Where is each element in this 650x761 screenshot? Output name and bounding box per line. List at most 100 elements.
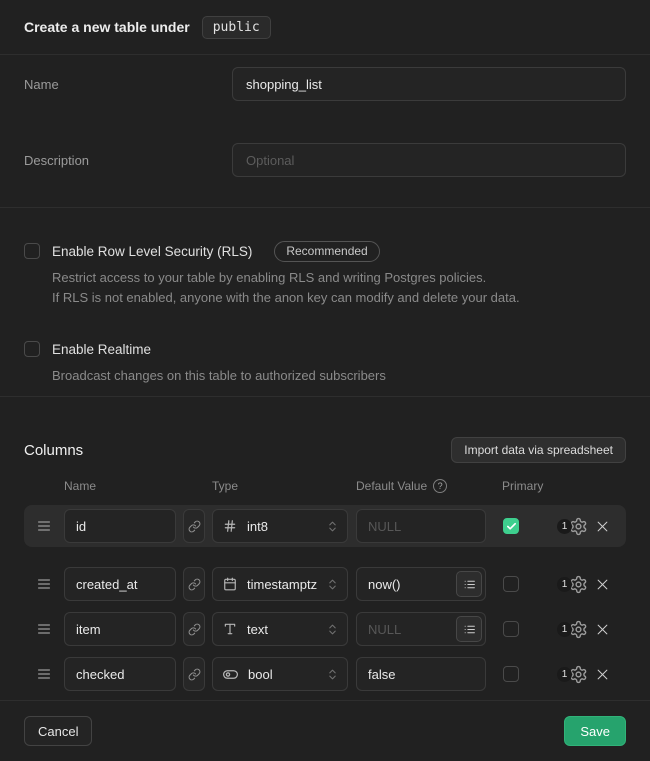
- close-icon: [595, 667, 610, 682]
- chevrons-up-down-icon: [326, 578, 339, 591]
- column-row: bool 1: [24, 653, 626, 695]
- column-type-select[interactable]: bool: [212, 657, 348, 691]
- close-icon: [595, 577, 610, 592]
- check-icon: [506, 521, 517, 532]
- settings-count-badge: 1: [557, 577, 572, 592]
- column-name-input[interactable]: [64, 612, 176, 646]
- schema-badge: public: [202, 16, 271, 39]
- column-settings[interactable]: 1: [557, 620, 588, 639]
- column-row: text 1: [24, 608, 626, 650]
- drag-handle-icon[interactable]: [36, 518, 52, 534]
- description-label: Description: [24, 143, 232, 168]
- default-suggestions-button[interactable]: [456, 571, 482, 597]
- default-value-input[interactable]: [356, 509, 486, 543]
- description-row: Description: [24, 143, 626, 177]
- list-icon: [463, 623, 476, 636]
- name-label: Name: [24, 67, 232, 92]
- table-options: Enable Row Level Security (RLS) Recommen…: [0, 208, 650, 397]
- column-type-select[interactable]: int8: [212, 509, 348, 543]
- default-value-wrap: [356, 509, 486, 543]
- column-type-label: timestamptz: [247, 577, 317, 592]
- column-settings[interactable]: 1: [557, 517, 588, 536]
- import-spreadsheet-button[interactable]: Import data via spreadsheet: [451, 437, 626, 463]
- table-description-input[interactable]: [232, 143, 626, 177]
- column-name-input[interactable]: [64, 509, 176, 543]
- recommended-badge: Recommended: [274, 241, 379, 262]
- realtime-checkbox[interactable]: [24, 341, 40, 357]
- drag-handle-icon[interactable]: [36, 621, 52, 637]
- chevrons-up-down-icon: [326, 668, 339, 681]
- column-type-label: int8: [247, 519, 268, 534]
- list-icon: [463, 578, 476, 591]
- help-icon[interactable]: ?: [433, 479, 447, 493]
- text-icon: [223, 622, 237, 636]
- cancel-button[interactable]: Cancel: [24, 716, 92, 746]
- table-name-input[interactable]: [232, 67, 626, 101]
- columns-title: Columns: [24, 442, 83, 459]
- panel-footer: Cancel Save: [0, 700, 650, 761]
- link-icon: [188, 668, 201, 681]
- rls-option: Enable Row Level Security (RLS) Recommen…: [24, 240, 626, 308]
- foreign-key-button[interactable]: [183, 567, 205, 601]
- column-type-select[interactable]: timestamptz: [212, 567, 348, 601]
- foreign-key-button[interactable]: [183, 657, 205, 691]
- remove-column-button[interactable]: [595, 519, 610, 534]
- realtime-option: Enable Realtime Broadcast changes on thi…: [24, 338, 626, 386]
- primary-checkbox[interactable]: [503, 621, 519, 637]
- default-value-input[interactable]: [356, 657, 486, 691]
- link-icon: [188, 623, 201, 636]
- column-type-select[interactable]: text: [212, 612, 348, 646]
- column-rows: int8 1: [24, 505, 626, 695]
- toggle-icon: [223, 667, 238, 682]
- column-type-label: bool: [248, 667, 273, 682]
- rls-checkbox[interactable]: [24, 243, 40, 259]
- settings-count-badge: 1: [557, 667, 572, 682]
- name-row: Name: [24, 67, 626, 101]
- columns-section: Columns Import data via spreadsheet Name…: [0, 397, 650, 695]
- header-type: Type: [212, 479, 356, 493]
- hash-icon: [223, 519, 237, 533]
- remove-column-button[interactable]: [595, 667, 610, 682]
- panel-header: Create a new table under public: [0, 0, 650, 55]
- settings-count-badge: 1: [557, 622, 572, 637]
- default-value-wrap: [356, 657, 486, 691]
- column-settings[interactable]: 1: [557, 665, 588, 684]
- default-value-wrap: [356, 612, 486, 646]
- foreign-key-button[interactable]: [183, 612, 205, 646]
- table-details-form: Name Description: [0, 55, 650, 208]
- default-value-wrap: [356, 567, 486, 601]
- column-headers: Name Type Default Value ? Primary: [24, 479, 626, 493]
- chevrons-up-down-icon: [326, 520, 339, 533]
- primary-checkbox[interactable]: [503, 518, 519, 534]
- header-default-value: Default Value ?: [356, 479, 502, 493]
- column-row: int8 1: [24, 505, 626, 547]
- rls-description: Restrict access to your table by enablin…: [52, 268, 626, 308]
- chevrons-up-down-icon: [326, 623, 339, 636]
- close-icon: [595, 519, 610, 534]
- remove-column-button[interactable]: [595, 622, 610, 637]
- link-icon: [188, 578, 201, 591]
- remove-column-button[interactable]: [595, 577, 610, 592]
- realtime-description: Broadcast changes on this table to autho…: [52, 366, 626, 386]
- column-name-input[interactable]: [64, 657, 176, 691]
- primary-checkbox[interactable]: [503, 666, 519, 682]
- header-name: Name: [64, 479, 212, 493]
- link-icon: [188, 520, 201, 533]
- column-settings[interactable]: 1: [557, 575, 588, 594]
- rls-label: Enable Row Level Security (RLS): [52, 244, 252, 259]
- realtime-label: Enable Realtime: [52, 342, 151, 357]
- calendar-icon: [223, 577, 237, 591]
- settings-count-badge: 1: [557, 519, 572, 534]
- create-table-panel: Create a new table under public Name Des…: [0, 0, 650, 761]
- save-button[interactable]: Save: [564, 716, 626, 746]
- panel-title: Create a new table under: [24, 14, 190, 40]
- default-suggestions-button[interactable]: [456, 616, 482, 642]
- column-type-label: text: [247, 622, 268, 637]
- header-primary: Primary: [502, 479, 543, 493]
- column-name-input[interactable]: [64, 567, 176, 601]
- drag-handle-icon[interactable]: [36, 666, 52, 682]
- foreign-key-button[interactable]: [183, 509, 205, 543]
- primary-checkbox[interactable]: [503, 576, 519, 592]
- close-icon: [595, 622, 610, 637]
- drag-handle-icon[interactable]: [36, 576, 52, 592]
